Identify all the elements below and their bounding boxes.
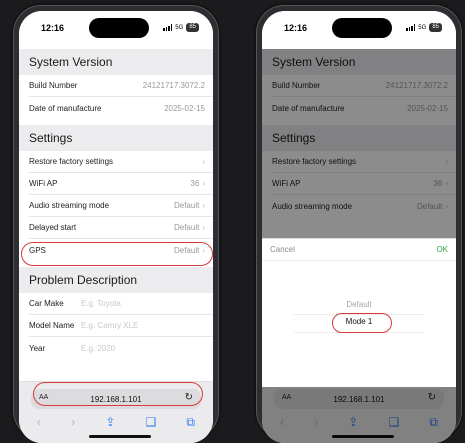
- back-icon[interactable]: ‹: [37, 415, 41, 429]
- signal-icon: [163, 24, 173, 31]
- chevron-right-icon: ›: [202, 223, 205, 232]
- network-label: 5G: [175, 24, 184, 31]
- phone-screen-left: 12:16 5G 85 System Version Build Number …: [19, 11, 213, 443]
- row-restore-factory-settings[interactable]: Restore factory settings ›: [29, 151, 213, 173]
- dynamic-island: [332, 18, 392, 38]
- field-label: Car Make: [29, 299, 64, 308]
- phone-screen-right: 12:16 5G 85 System Version Build Number …: [262, 11, 456, 443]
- chevron-right-icon: ›: [202, 179, 205, 188]
- row-audio-streaming-mode[interactable]: Audio streaming mode Default ›: [29, 195, 213, 217]
- chevron-right-icon: ›: [202, 157, 205, 166]
- field-label: Year: [29, 343, 46, 353]
- row-value: Default: [173, 223, 200, 232]
- home-indicator: [89, 435, 151, 438]
- network-label: 5G: [418, 24, 427, 31]
- status-bar: 12:16 5G 85: [19, 11, 213, 49]
- field-placeholder[interactable]: E.g. 2020: [81, 344, 115, 353]
- row-value: 2025-02-15: [164, 103, 205, 113]
- field-car-make[interactable]: Car Make E.g. Toyota: [29, 293, 213, 315]
- section-header-settings: Settings: [19, 125, 213, 151]
- browser-toolbar: ‹ › ⇪ ❑ ⧉: [31, 413, 201, 431]
- ok-button[interactable]: OK: [436, 245, 448, 254]
- row-delayed-start[interactable]: Delayed start Default ›: [29, 217, 213, 239]
- dynamic-island: [89, 18, 149, 38]
- row-label: Delayed start: [29, 223, 77, 232]
- status-bar: 12:16 5G 85: [262, 11, 456, 49]
- picker-header: Cancel OK: [262, 239, 456, 261]
- phone-right: 12:16 5G 85 System Version Build Number …: [256, 5, 462, 443]
- settings-page: System Version Build Number 24121717.307…: [19, 49, 213, 381]
- tabs-icon[interactable]: ⧉: [186, 415, 195, 430]
- cancel-button[interactable]: Cancel: [270, 245, 295, 254]
- forward-icon[interactable]: ›: [71, 415, 75, 429]
- row-label: Build Number: [29, 81, 78, 90]
- row-value: Default: [173, 201, 200, 210]
- row-label: Restore factory settings: [29, 157, 114, 166]
- row-value: 24121717.3072.2: [142, 81, 205, 90]
- section-header-system-version: System Version: [19, 49, 213, 75]
- battery-icon: 85: [186, 23, 199, 32]
- status-time: 12:16: [284, 23, 308, 33]
- picker-option-default[interactable]: Default: [262, 300, 456, 309]
- row-label: Audio streaming mode: [29, 201, 110, 210]
- phone-left: 12:16 5G 85 System Version Build Number …: [13, 5, 219, 443]
- field-placeholder[interactable]: E.g. Camry XLE: [81, 321, 138, 330]
- picker-sheet: Cancel OK Default Mode 1: [262, 238, 456, 387]
- battery-icon: 85: [429, 23, 442, 32]
- bookmarks-icon[interactable]: ❑: [145, 415, 156, 429]
- row-wifi-ap[interactable]: WiFi AP 36 ›: [29, 173, 213, 195]
- field-placeholder[interactable]: E.g. Toyota: [81, 299, 121, 308]
- chevron-right-icon: ›: [202, 201, 205, 210]
- status-time: 12:16: [41, 23, 65, 33]
- row-label: WiFi AP: [29, 179, 58, 188]
- signal-icon: [406, 24, 416, 31]
- section-header-problem-description: Problem Description: [19, 267, 213, 293]
- row-date-of-manufacture: Date of manufacture 2025-02-15: [29, 97, 213, 119]
- row-label: Date of manufacture: [29, 103, 102, 113]
- gps-row-highlight: [21, 242, 213, 266]
- field-label: Model Name: [29, 321, 75, 330]
- row-value: 36: [190, 179, 200, 188]
- field-year[interactable]: Year E.g. 2020: [29, 337, 213, 359]
- row-build-number: Build Number 24121717.3072.2: [29, 75, 213, 97]
- address-bar-highlight: [33, 382, 203, 406]
- share-icon[interactable]: ⇪: [105, 415, 115, 429]
- field-model-name[interactable]: Model Name E.g. Camry XLE: [29, 315, 213, 337]
- mode-1-highlight: [332, 313, 392, 333]
